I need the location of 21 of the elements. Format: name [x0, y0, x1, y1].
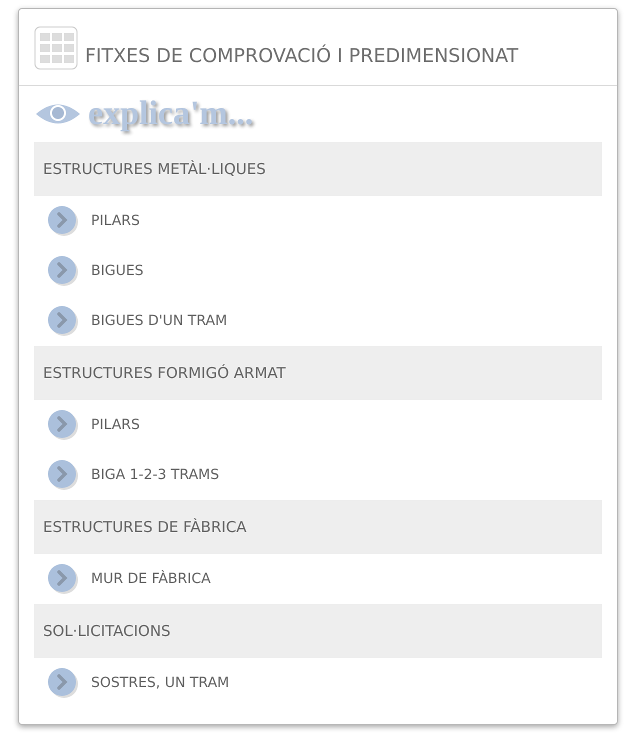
banner-text: explica'm...	[88, 95, 254, 133]
menu-item[interactable]: BIGUES D'UN TRAM	[34, 296, 602, 346]
menu-item[interactable]: BIGUES	[34, 246, 602, 296]
panel-title: FITXES DE COMPROVACIÓ I PREDIMENSIONAT	[85, 45, 518, 67]
chevron-icon	[47, 255, 79, 287]
menu-item[interactable]: MUR DE FÀBRICA	[34, 554, 602, 604]
chevron-icon	[47, 305, 79, 337]
section-header: SOL·LICITACIONS	[34, 604, 602, 658]
section-header: ESTRUCTURES METÀL·LIQUES	[34, 142, 602, 196]
menu-item[interactable]: PILARS	[34, 400, 602, 450]
grid-icon	[33, 25, 79, 71]
chevron-icon	[47, 205, 79, 237]
chevron-icon	[47, 459, 79, 491]
menu-item[interactable]: SOSTRES, UN TRAM	[34, 658, 602, 708]
section-header: ESTRUCTURES FORMIGÓ ARMAT	[34, 346, 602, 400]
chevron-icon	[47, 667, 79, 699]
chevron-icon	[47, 409, 79, 441]
menu-item[interactable]: PILARS	[34, 196, 602, 246]
menu-item[interactable]: BIGA 1-2-3 TRAMS	[34, 450, 602, 500]
section-header: ESTRUCTURES DE FÀBRICA	[34, 500, 602, 554]
chevron-icon	[47, 563, 79, 595]
